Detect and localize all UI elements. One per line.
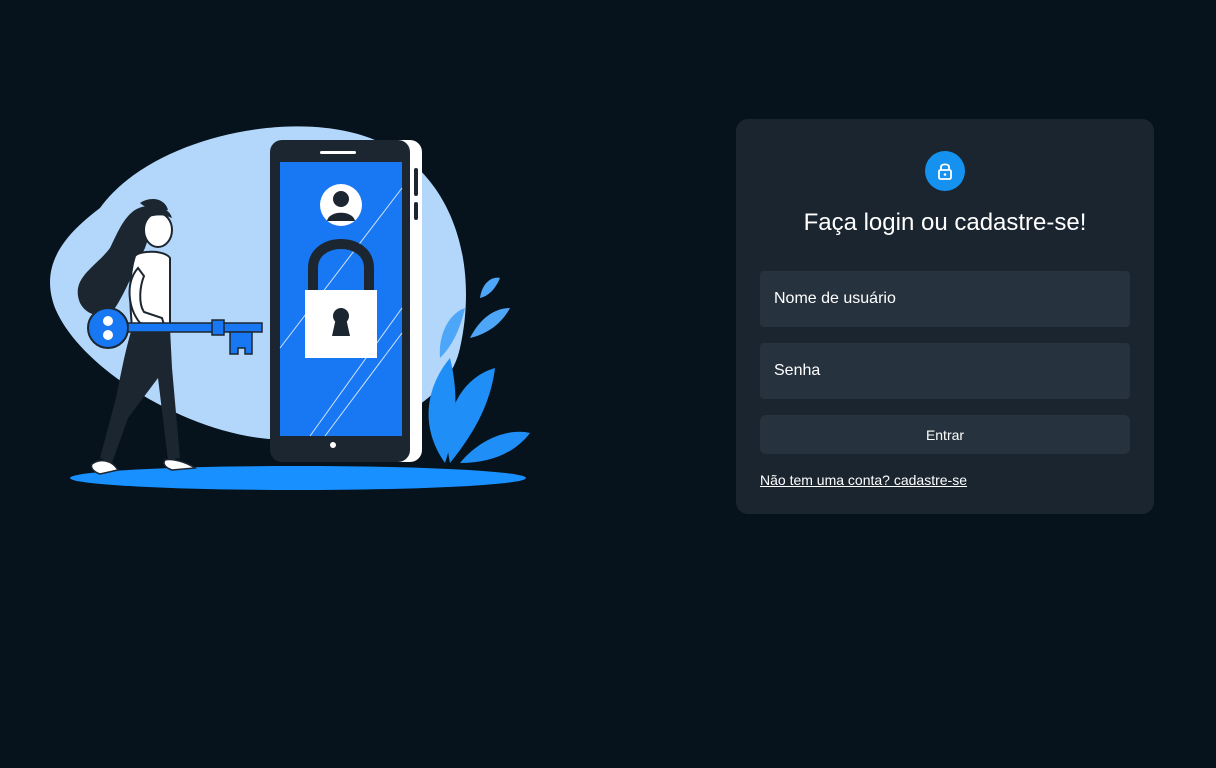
ground-shadow bbox=[70, 466, 526, 490]
lock-badge bbox=[925, 151, 965, 191]
signup-link[interactable]: Não tem uma conta? cadastre-se bbox=[760, 472, 967, 488]
username-field-container bbox=[760, 271, 1130, 327]
username-input[interactable] bbox=[760, 271, 1130, 327]
password-input[interactable] bbox=[760, 343, 1130, 399]
page-title: Faça login ou cadastre-se! bbox=[803, 209, 1087, 236]
phone-icon bbox=[270, 140, 422, 462]
login-card: Faça login ou cadastre-se! Entrar Não te… bbox=[736, 119, 1154, 514]
security-illustration bbox=[50, 126, 530, 490]
password-field-container bbox=[760, 343, 1130, 399]
login-page: Faça login ou cadastre-se! Entrar Não te… bbox=[0, 0, 1216, 768]
lock-icon bbox=[938, 163, 952, 180]
login-button[interactable]: Entrar bbox=[760, 415, 1130, 454]
